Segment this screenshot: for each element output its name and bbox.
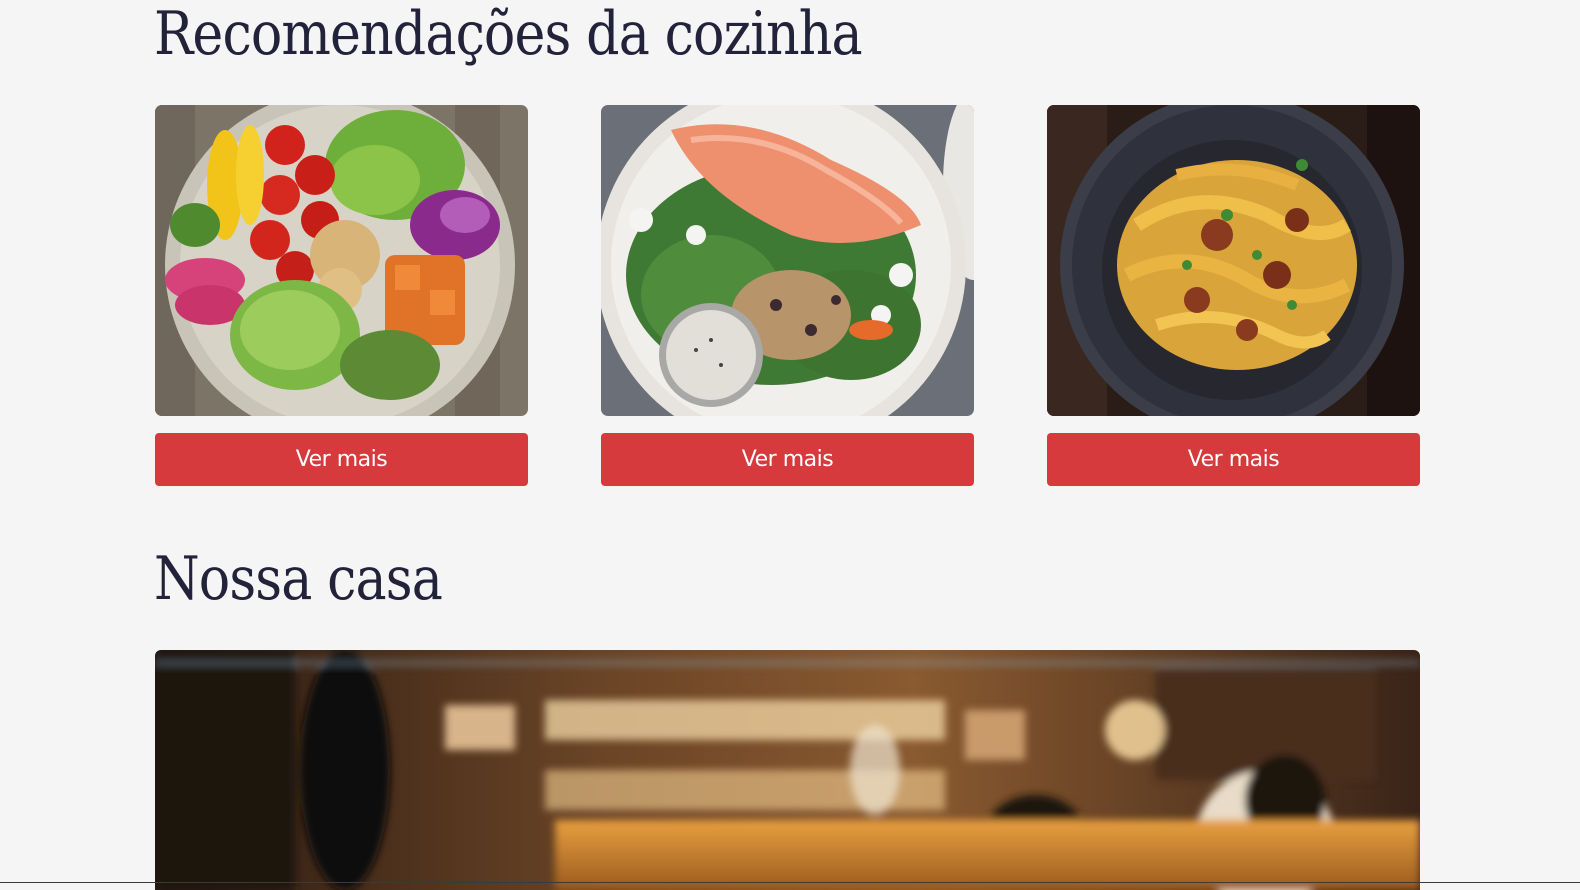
ver-mais-button-3[interactable]: Ver mais	[1047, 433, 1420, 486]
recommendation-card-2: Ver mais	[601, 105, 974, 486]
ver-mais-button-2[interactable]: Ver mais	[601, 433, 974, 486]
ver-mais-button-1[interactable]: Ver mais	[155, 433, 528, 486]
page-bottom-border	[0, 882, 1580, 883]
recommendations-title: Recomendações da cozinha	[154, 0, 863, 69]
recommendation-card-1: Ver mais	[155, 105, 528, 486]
house-title: Nossa casa	[154, 544, 443, 614]
page: Recomendações da cozinha Ver mais Ver ma…	[0, 0, 1580, 890]
restaurant-interior-photo	[155, 650, 1420, 890]
salmon-salad-photo	[601, 105, 974, 416]
recommendation-card-3: Ver mais	[1047, 105, 1420, 486]
vegetable-bowl-photo	[155, 105, 528, 416]
pasta-bowl-photo	[1047, 105, 1420, 416]
